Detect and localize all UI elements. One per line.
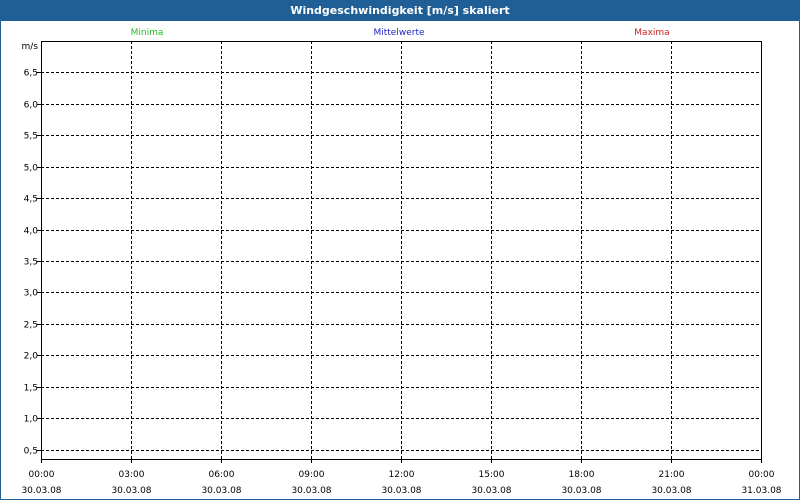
x-tick-date: 31.03.08: [741, 486, 781, 496]
chart-canvas: 0,5 1,0 1,5 2,0 2,5 3,0 3,5 4,0 4,5 5,0 5,5 6,0 6,5 m…: [21, 28, 781, 496]
y-tick-label: 2,0: [24, 352, 39, 362]
x-tick-time: 12:00: [389, 470, 415, 480]
y-tick-label: 5,5: [24, 132, 38, 142]
x-tick-time: 00:00: [749, 470, 775, 480]
x-tick-date: 30.03.08: [561, 486, 601, 496]
legend-entry-maxima: Maxima: [634, 28, 669, 38]
x-tick-date: 30.03.08: [651, 486, 691, 496]
x-tick-time: 18:00: [569, 470, 595, 480]
x-tick-date: 30.03.08: [291, 486, 331, 496]
y-axis-label: m/s: [22, 42, 39, 52]
y-tick-label: 1,0: [24, 415, 39, 425]
x-tick-time: 00:00: [29, 470, 55, 480]
x-tick-time: 21:00: [659, 470, 685, 480]
y-tick-label: 4,0: [24, 227, 39, 237]
x-tick-date: 30.03.08: [381, 486, 421, 496]
x-tick-date: 30.03.08: [21, 486, 61, 496]
x-tick-time: 06:00: [209, 470, 235, 480]
legend-entry-mittelwerte: Mittelwerte: [373, 28, 424, 38]
x-tick-time: 03:00: [119, 470, 145, 480]
x-tick-time: 09:00: [299, 470, 325, 480]
y-tick-label: 6,5: [24, 69, 38, 79]
y-tick-label: 6,0: [24, 101, 39, 111]
y-tick-label: 2,5: [24, 321, 38, 331]
x-tick-time: 15:00: [479, 470, 505, 480]
y-tick-label: 5,0: [24, 164, 39, 174]
y-tick-label: 1,5: [24, 384, 38, 394]
legend-entry-minima: Minima: [131, 28, 164, 38]
x-tick-date: 30.03.08: [201, 486, 241, 496]
y-tick-label: 3,0: [24, 289, 39, 299]
y-tick-label: 3,5: [24, 258, 38, 268]
y-tick-label: 0,5: [24, 447, 38, 457]
x-tick-date: 30.03.08: [111, 486, 151, 496]
x-tick-date: 30.03.08: [471, 486, 511, 496]
chart-window: Windgeschwindigkeit [m/s] skaliert 0,5 1,…: [0, 0, 800, 500]
y-tick-label: 4,5: [24, 195, 38, 205]
